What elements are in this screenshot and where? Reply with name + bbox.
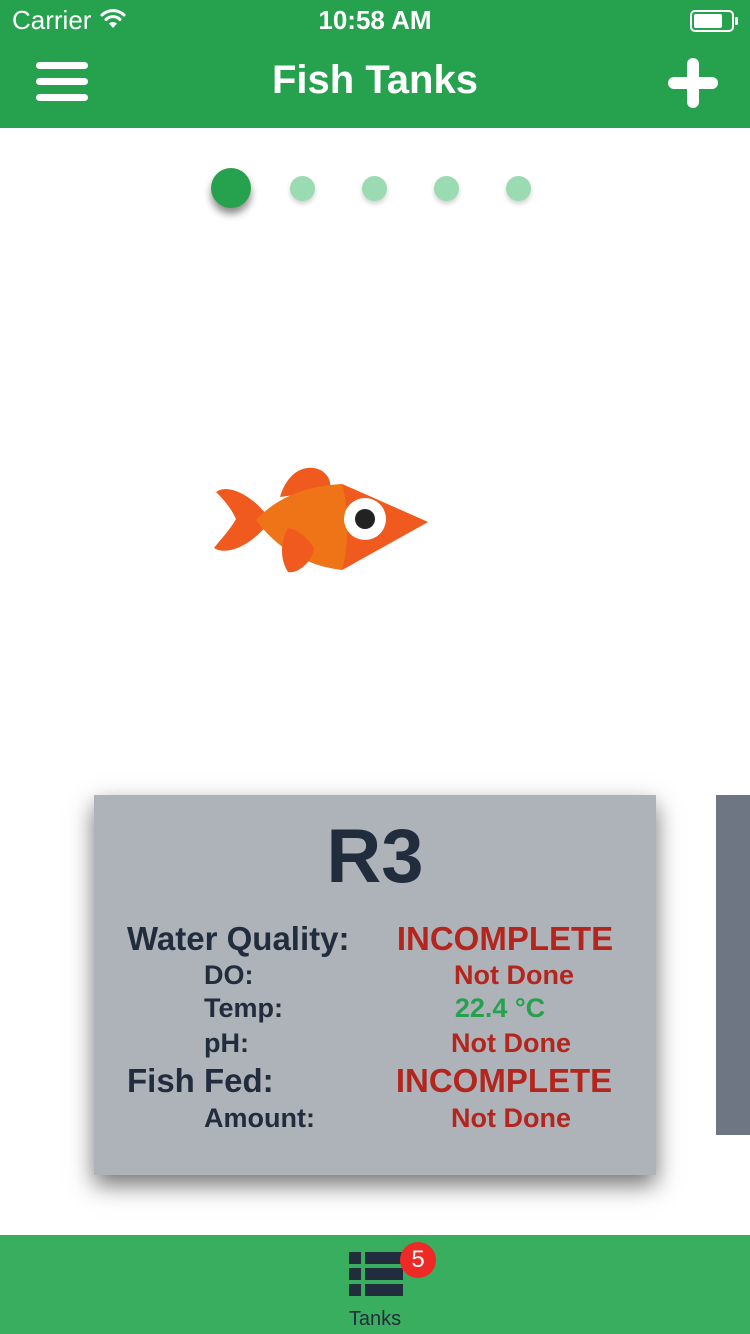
- page-title: Fish Tanks: [272, 58, 478, 102]
- amount-value: Not Done: [451, 1103, 571, 1133]
- battery-icon: [690, 10, 738, 32]
- fish-tanks-screen: Carrier 10:58 AM Fish Tanks R3 Water Qua…: [0, 0, 750, 1334]
- tank-card[interactable]: R3 Water Quality: INCOMPLETE DO: Not Don…: [94, 795, 656, 1175]
- fish-icon: [214, 467, 428, 573]
- page-dot-2[interactable]: [290, 176, 315, 201]
- temp-value: 22.4 °C: [454, 993, 546, 1023]
- tank-name: R3: [326, 814, 424, 899]
- do-label: DO:: [204, 960, 254, 990]
- tab-bar: 5 Tanks: [0, 1235, 750, 1334]
- temp-label: Temp:: [204, 993, 283, 1023]
- list-icon: [349, 1252, 403, 1296]
- plus-icon: [668, 58, 718, 108]
- add-tank-button[interactable]: [664, 54, 722, 112]
- page-dot-1[interactable]: [211, 168, 251, 208]
- next-tank-card[interactable]: [716, 795, 750, 1135]
- ph-value: Not Done: [451, 1028, 571, 1058]
- page-dot-5[interactable]: [506, 176, 531, 201]
- do-value: Not Done: [454, 960, 574, 990]
- status-bar: Carrier 10:58 AM: [0, 0, 750, 40]
- ph-label: pH:: [204, 1028, 249, 1058]
- water-quality-label: Water Quality:: [127, 920, 350, 957]
- amount-label: Amount:: [204, 1103, 315, 1133]
- status-time: 10:58 AM: [318, 5, 432, 35]
- header-bar: Carrier 10:58 AM Fish Tanks: [0, 0, 750, 128]
- page-dot-3[interactable]: [362, 176, 387, 201]
- fish-fed-label: Fish Fed:: [127, 1062, 274, 1099]
- page-dot-4[interactable]: [434, 176, 459, 201]
- tab-tanks[interactable]: 5 Tanks: [325, 1235, 436, 1334]
- tab-tanks-label: Tanks: [348, 1308, 402, 1330]
- fish-fed-status: INCOMPLETE: [395, 1062, 613, 1099]
- water-quality-status: INCOMPLETE: [396, 920, 614, 957]
- tanks-badge: 5: [400, 1242, 436, 1278]
